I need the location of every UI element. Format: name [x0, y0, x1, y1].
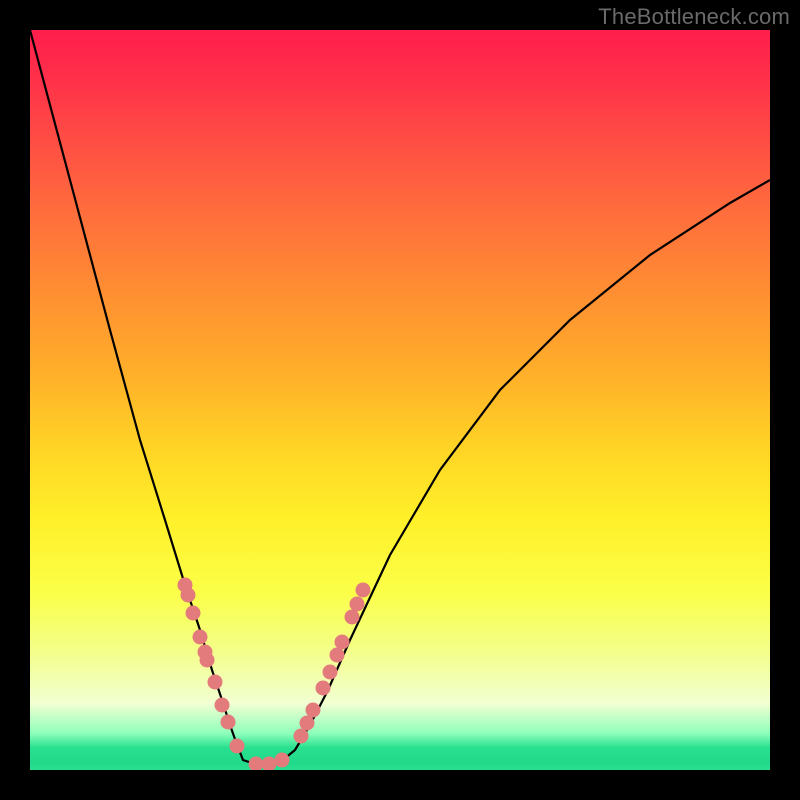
- watermark-text: TheBottleneck.com: [598, 4, 790, 30]
- marker-dot: [335, 635, 350, 650]
- marker-dot: [356, 583, 371, 598]
- marker-cluster-left: [178, 578, 290, 771]
- marker-dot: [345, 610, 360, 625]
- marker-dot: [193, 630, 208, 645]
- marker-dot: [300, 716, 315, 731]
- marker-dot: [181, 588, 196, 603]
- marker-dot: [262, 757, 277, 771]
- plot-area: [30, 30, 770, 770]
- v-curve: [30, 30, 770, 765]
- marker-dot: [306, 703, 321, 718]
- marker-dot: [316, 681, 331, 696]
- marker-dot: [215, 698, 230, 713]
- marker-dot: [186, 606, 201, 621]
- curve-layer: [30, 30, 770, 770]
- marker-dot: [200, 653, 215, 668]
- marker-dot: [275, 753, 290, 768]
- marker-dot: [249, 757, 264, 771]
- marker-dot: [330, 648, 345, 663]
- marker-dot: [323, 665, 338, 680]
- marker-cluster-right: [294, 583, 371, 744]
- marker-dot: [230, 739, 245, 754]
- marker-dot: [350, 597, 365, 612]
- marker-dot: [221, 715, 236, 730]
- chart-container: TheBottleneck.com: [0, 0, 800, 800]
- marker-dot: [294, 729, 309, 744]
- marker-dot: [208, 675, 223, 690]
